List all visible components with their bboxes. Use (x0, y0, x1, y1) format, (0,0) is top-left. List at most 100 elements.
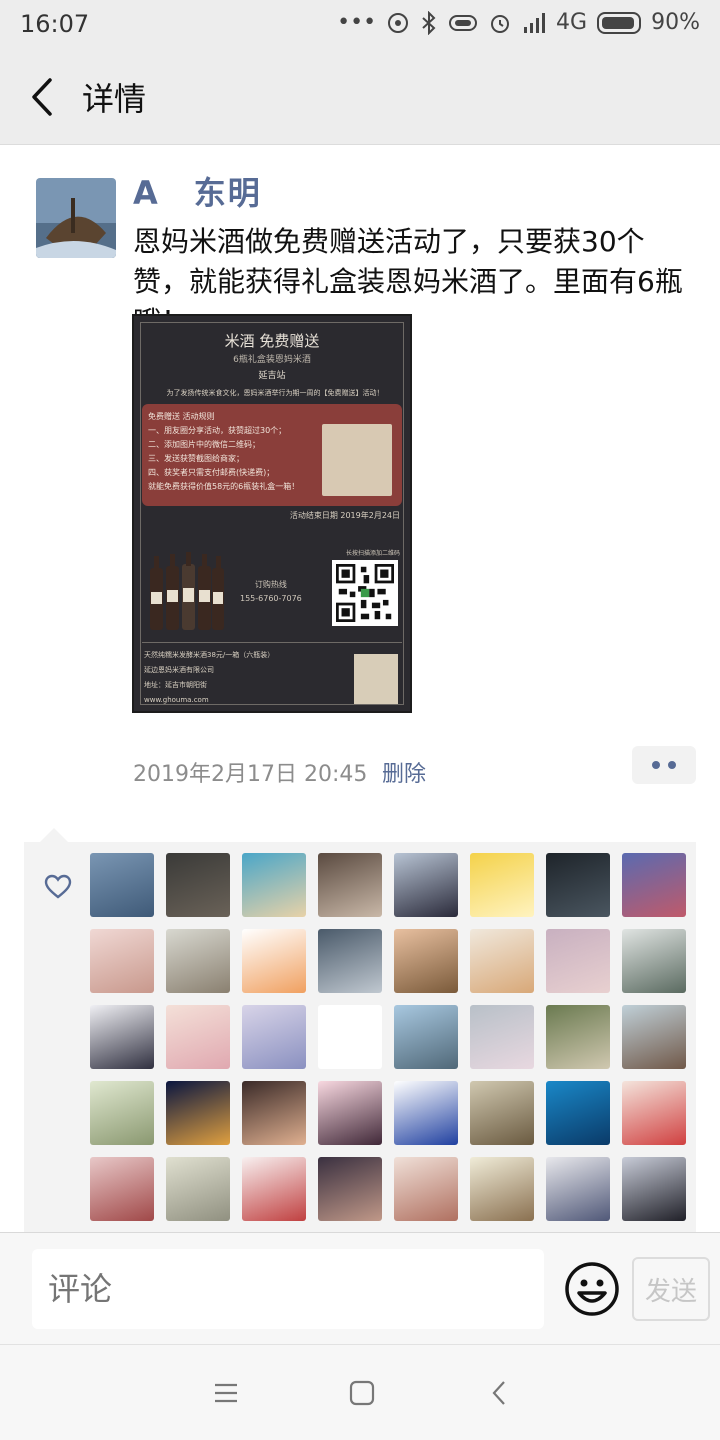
page-title: 详情 (82, 80, 147, 118)
like-avatar[interactable] (546, 853, 610, 917)
more-dot-icon (652, 761, 660, 769)
image-footer-line: 地址：延吉市朝阳街 (144, 681, 207, 689)
like-avatar[interactable] (394, 853, 458, 917)
signal-icon (524, 12, 546, 33)
like-avatar[interactable] (470, 1005, 534, 1069)
like-avatar[interactable] (90, 1081, 154, 1145)
image-rule: 一、朋友圈分享活动，获赞超过30个； (148, 426, 287, 435)
image-rule: 三、发送获赞截图给商家； (148, 454, 244, 463)
like-avatar[interactable] (90, 929, 154, 993)
image-rules: 免费赠送 活动规则 一、朋友圈分享活动，获赞超过30个； 二、添加图片中的微信二… (148, 410, 348, 494)
image-hotline-number: 155-6760-7076 (240, 594, 302, 603)
like-avatar[interactable] (318, 929, 382, 993)
like-avatar[interactable] (470, 1157, 534, 1221)
image-footer-line: 延边恩妈米酒有限公司 (144, 666, 214, 674)
like-avatar[interactable] (242, 853, 306, 917)
like-avatar[interactable] (394, 1157, 458, 1221)
like-avatar[interactable] (90, 1005, 154, 1069)
post-timestamp: 2019年2月17日 20:45 (133, 762, 368, 787)
like-avatar[interactable] (166, 929, 230, 993)
heart-icon (44, 874, 72, 899)
back-chevron-icon[interactable] (486, 1379, 514, 1407)
image-rules-panel: 免费赠送 活动规则 一、朋友圈分享活动，获赞超过30个； 二、添加图片中的微信二… (142, 404, 402, 506)
comment-input[interactable] (32, 1249, 544, 1329)
image-end-date: 活动结束日期 2019年2月24日 (289, 511, 400, 520)
image-footer-line: 天然纯糯米发酵米酒38元/一箱（六瓶装） (144, 651, 275, 659)
image-rule: 免费赠送 活动规则 (148, 412, 215, 421)
like-avatar[interactable] (242, 929, 306, 993)
like-avatar[interactable] (470, 853, 534, 917)
system-nav-bar (0, 1344, 720, 1440)
like-avatar[interactable] (242, 1081, 306, 1145)
like-avatar[interactable] (622, 853, 686, 917)
like-avatar[interactable] (394, 929, 458, 993)
likes-pointer (40, 828, 68, 842)
bluetooth-icon (422, 10, 436, 35)
status-time: 16:07 (20, 10, 90, 38)
home-square-icon[interactable] (348, 1379, 376, 1407)
send-button[interactable]: 发送 (632, 1257, 710, 1321)
like-avatar[interactable] (546, 929, 610, 993)
vibrate-icon (449, 14, 478, 31)
image-subtitle-location: 延吉站 (258, 371, 286, 381)
image-title: 米酒 免费赠送 (224, 332, 320, 350)
like-avatar[interactable] (546, 1157, 610, 1221)
back-arrow-icon[interactable] (24, 74, 64, 120)
like-avatar[interactable] (166, 1081, 230, 1145)
battery-level: 90% (651, 10, 700, 35)
like-avatar[interactable] (318, 1005, 382, 1069)
like-avatar[interactable] (546, 1005, 610, 1069)
menu-icon[interactable] (212, 1379, 240, 1407)
like-avatar[interactable] (394, 1005, 458, 1069)
more-actions-button[interactable] (632, 746, 696, 784)
image-hotline: 订购热线 155-6760-7076 (240, 578, 302, 606)
gift-box-picture (322, 424, 392, 496)
hotspot-icon (388, 12, 409, 33)
more-dots-icon: ••• (337, 10, 377, 35)
like-avatar[interactable] (470, 1081, 534, 1145)
like-avatar[interactable] (622, 1005, 686, 1069)
author-name[interactable]: A 东明 (133, 168, 262, 214)
delete-button[interactable]: 删除 (382, 756, 426, 788)
like-avatar[interactable] (166, 1157, 230, 1221)
like-avatar[interactable] (318, 1157, 382, 1221)
like-avatar[interactable] (622, 1157, 686, 1221)
like-avatar[interactable] (242, 1157, 306, 1221)
like-avatar[interactable] (622, 1081, 686, 1145)
image-note: 为了发扬传统米食文化，恩妈米酒举行为期一周的【免费赠送】活动！ (166, 389, 384, 397)
like-avatar[interactable] (318, 1081, 382, 1145)
like-avatar[interactable] (166, 1005, 230, 1069)
like-avatar[interactable] (90, 1157, 154, 1221)
like-avatar[interactable] (546, 1081, 610, 1145)
like-avatar[interactable] (394, 1081, 458, 1145)
post-image[interactable]: 米酒 免费赠送 6瓶礼盒装恩妈米酒 延吉站 为了发扬传统米食文化，恩妈米酒举行为… (132, 314, 412, 713)
image-footer-line: www.ghouma.com (144, 696, 209, 704)
nav-bar: 详情 (0, 50, 720, 145)
gift-box-small-picture (354, 654, 398, 704)
like-avatar[interactable] (470, 929, 534, 993)
battery-icon (597, 11, 642, 34)
like-avatar[interactable] (622, 929, 686, 993)
like-avatar[interactable] (166, 853, 230, 917)
network-type: 4G (556, 10, 588, 35)
like-avatar[interactable] (242, 1005, 306, 1069)
comment-bar: 发送 (0, 1232, 720, 1344)
image-rule: 四、获奖者只需支付邮费(快递费)； (148, 468, 275, 477)
status-icons: ••• 4G 90% (337, 10, 700, 35)
image-rule: 就能免费获得价值58元的6瓶装礼盒一箱！ (148, 482, 300, 491)
more-dot-icon (668, 761, 676, 769)
image-hotline-label: 订购热线 (254, 580, 287, 589)
like-avatar[interactable] (318, 853, 382, 917)
alarm-icon (491, 14, 510, 33)
image-divider (142, 642, 402, 643)
status-bar: 16:07 ••• 4G 90% (0, 0, 720, 50)
image-rule: 二、添加图片中的微信二维码； (148, 440, 260, 449)
emoji-icon[interactable] (564, 1261, 620, 1317)
qr-code-icon (332, 560, 398, 626)
bottles-picture (150, 552, 224, 630)
image-qr-label: 长按扫描添加二维码 (345, 550, 400, 557)
author-avatar[interactable] (36, 178, 116, 258)
image-footer: 天然纯糯米发酵米酒38元/一箱（六瓶装） 延边恩妈米酒有限公司 地址：延吉市朝阳… (144, 648, 334, 708)
image-subtitle: 6瓶礼盒装恩妈米酒 (233, 355, 311, 365)
like-avatar[interactable] (90, 853, 154, 917)
